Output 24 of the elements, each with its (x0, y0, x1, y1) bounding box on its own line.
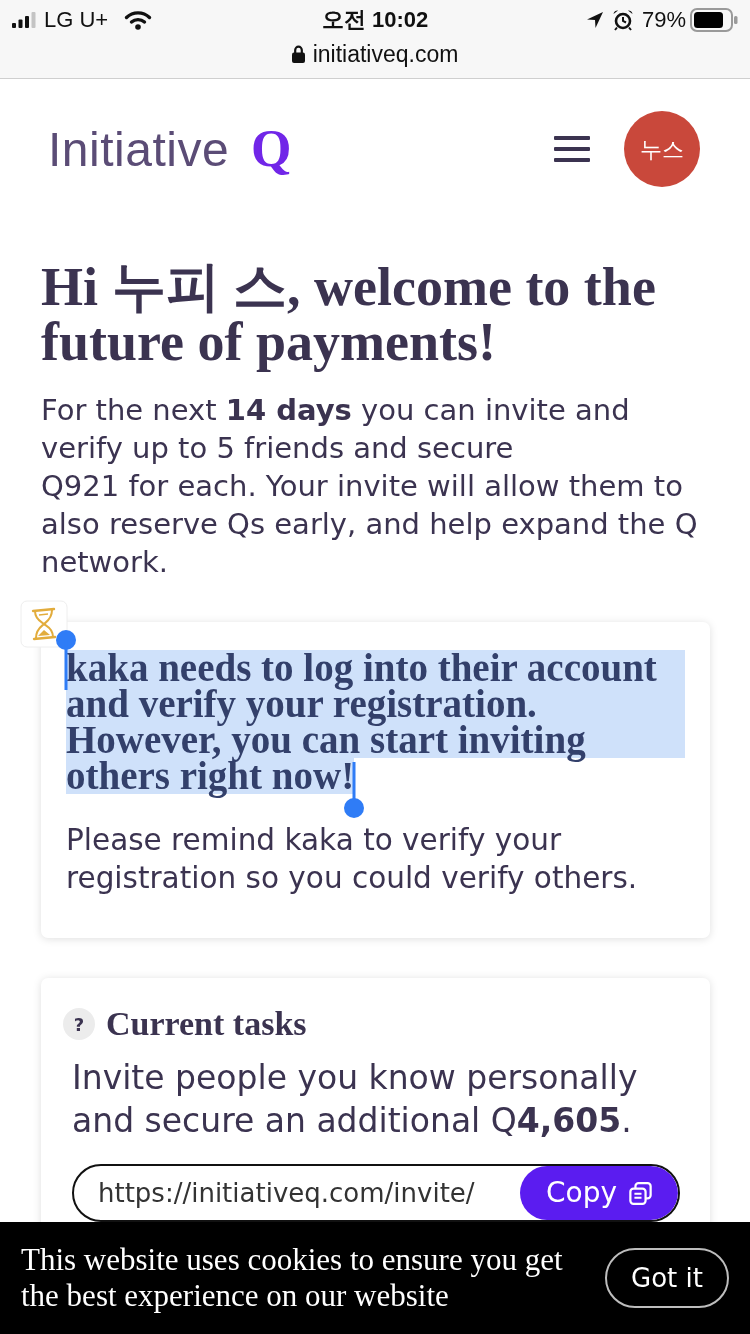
intro-paragraph: For the next 14 days you can invite and verify up to 5 friends and secure Q921 for each. Your invite will allow them to also reserve Qs early, and help expand the Q network. (41, 392, 699, 581)
help-icon[interactable]: ? (63, 1008, 95, 1040)
status-time: 오전 10:02 (321, 7, 429, 33)
url-text[interactable]: initiativeq.com (312, 41, 459, 67)
menu-icon[interactable] (554, 136, 590, 162)
copy-icon (629, 1181, 652, 1205)
welcome-heading: Hi 누피 스, welcome to the future of payments! (41, 260, 657, 370)
avatar[interactable]: 누스 (624, 111, 700, 187)
alarm-icon (611, 9, 634, 31)
logo[interactable]: Initiative Q (48, 110, 292, 188)
tasks-title: Current tasks (106, 1006, 307, 1042)
reminder-text: Please remind kaka to verify your registration so you could verify others. (66, 822, 639, 897)
location-icon (585, 11, 604, 29)
battery-percent: 79% (641, 7, 686, 33)
battery-icon (690, 8, 738, 32)
cookie-text: This website uses cookies to ensure you get the best experience on our website (21, 1242, 564, 1314)
lock-icon (291, 45, 305, 63)
wifi-icon (124, 10, 153, 30)
carrier-name: LG U+ (44, 7, 109, 33)
signal-icon (12, 12, 36, 28)
invite-link-field[interactable]: https://initiativeq.com/invite/ Copy (72, 1164, 680, 1222)
got-it-button[interactable]: Got it (605, 1248, 729, 1308)
copy-button[interactable]: Copy (520, 1166, 678, 1220)
tasks-text: Invite people you know personally and secure an additional Q4,605. (72, 1057, 639, 1142)
